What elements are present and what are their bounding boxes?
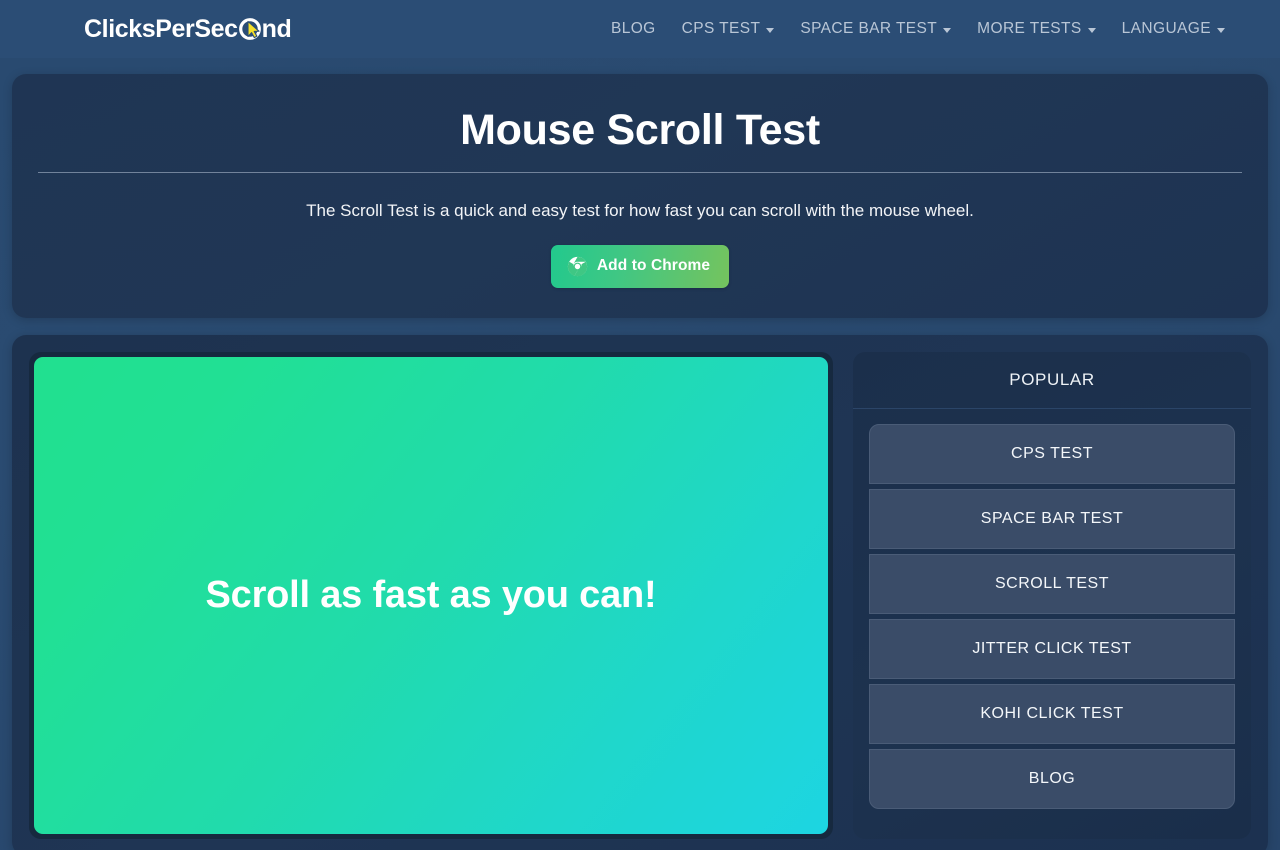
chrome-icon bbox=[567, 256, 588, 277]
sidebar-item-scroll-test[interactable]: SCROLL TEST bbox=[869, 553, 1235, 614]
cursor-arrow-in-o-icon bbox=[237, 16, 263, 42]
sidebar-item-jitter-click-test[interactable]: JITTER CLICK TEST bbox=[869, 618, 1235, 679]
nav-item-label: CPS TEST bbox=[681, 20, 761, 37]
sidebar-item-cps-test[interactable]: CPS TEST bbox=[869, 423, 1235, 484]
scroll-prompt-text: Scroll as fast as you can! bbox=[205, 573, 657, 616]
nav-item-label: SPACE BAR TEST bbox=[800, 20, 938, 37]
hero-divider bbox=[38, 171, 1242, 173]
top-navbar: ClicksPerSec nd BLOG CPS TEST SPACE BAR … bbox=[0, 0, 1280, 58]
sidebar-header: POPULAR bbox=[853, 352, 1251, 409]
cta-row: Add to Chrome bbox=[38, 244, 1242, 288]
sidebar-item-label: CPS TEST bbox=[1011, 444, 1093, 462]
chevron-down-icon bbox=[1087, 27, 1096, 33]
nav-item-cps-test[interactable]: CPS TEST bbox=[669, 12, 788, 46]
chevron-down-icon bbox=[943, 27, 952, 33]
sidebar-item-label: SPACE BAR TEST bbox=[980, 509, 1124, 527]
chevron-down-icon bbox=[766, 27, 775, 33]
add-to-chrome-button[interactable]: Add to Chrome bbox=[550, 244, 730, 288]
nav-links: BLOG CPS TEST SPACE BAR TEST MORE TESTS … bbox=[598, 12, 1238, 46]
hero-subtitle: The Scroll Test is a quick and easy test… bbox=[306, 200, 974, 220]
sidebar-item-label: BLOG bbox=[1028, 769, 1076, 787]
scroll-panel: Scroll as fast as you can! bbox=[29, 351, 833, 839]
nav-item-more-tests[interactable]: MORE TESTS bbox=[964, 12, 1108, 46]
main-content-card: Scroll as fast as you can! POPULAR CPS T… bbox=[12, 334, 1268, 850]
sidebar-item-label: SCROLL TEST bbox=[995, 574, 1109, 592]
nav-item-label: MORE TESTS bbox=[977, 20, 1082, 37]
nav-item-language[interactable]: LANGUAGE bbox=[1109, 12, 1238, 46]
nav-item-label: BLOG bbox=[610, 20, 656, 37]
nav-item-space-bar-test[interactable]: SPACE BAR TEST bbox=[787, 12, 964, 46]
page-body: Mouse Scroll Test The Scroll Test is a q… bbox=[0, 58, 1280, 850]
sidebar-list: CPS TEST SPACE BAR TEST SCROLL TEST JITT… bbox=[853, 409, 1251, 825]
hero-card: Mouse Scroll Test The Scroll Test is a q… bbox=[12, 74, 1268, 318]
page-title: Mouse Scroll Test bbox=[460, 106, 820, 154]
site-logo[interactable]: ClicksPerSec nd bbox=[84, 14, 292, 43]
sidebar-item-label: KOHI CLICK TEST bbox=[980, 704, 1124, 722]
add-to-chrome-label: Add to Chrome bbox=[596, 257, 711, 275]
nav-item-blog[interactable]: BLOG bbox=[598, 12, 669, 46]
sidebar-item-blog[interactable]: BLOG bbox=[869, 748, 1235, 809]
chevron-down-icon bbox=[1217, 27, 1225, 33]
sidebar-item-label: JITTER CLICK TEST bbox=[972, 639, 1132, 657]
sidebar-item-space-bar-test[interactable]: SPACE BAR TEST bbox=[869, 488, 1235, 549]
nav-item-label: LANGUAGE bbox=[1121, 20, 1211, 37]
logo-text-before: ClicksPerSec bbox=[84, 14, 238, 43]
logo-text-after: nd bbox=[261, 14, 292, 43]
popular-sidebar: POPULAR CPS TEST SPACE BAR TEST SCROLL T… bbox=[853, 351, 1251, 839]
scroll-test-area[interactable]: Scroll as fast as you can! bbox=[34, 356, 828, 834]
sidebar-item-kohi-click-test[interactable]: KOHI CLICK TEST bbox=[869, 683, 1235, 744]
